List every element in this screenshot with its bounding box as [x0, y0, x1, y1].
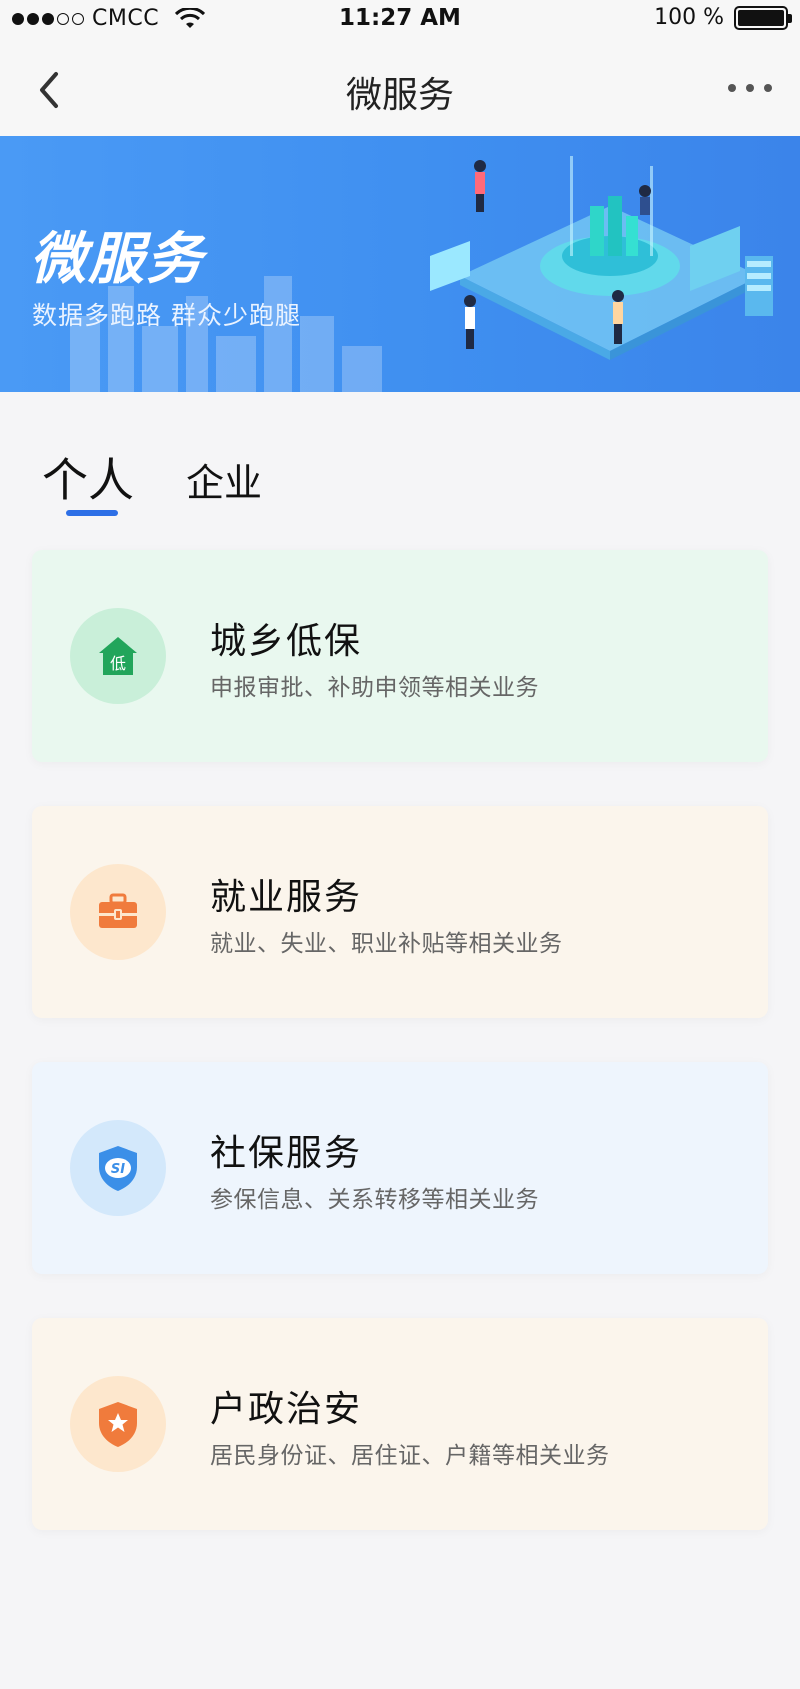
service-description: 申报审批、补助申领等相关业务	[210, 675, 539, 701]
battery-icon	[734, 5, 792, 30]
service-description: 参保信息、关系转移等相关业务	[210, 1187, 539, 1213]
police-badge-icon	[99, 1402, 137, 1447]
tab-personal[interactable]: 个人	[42, 444, 134, 510]
service-title: 城乡低保	[210, 621, 363, 662]
service-title: 就业服务	[210, 877, 363, 918]
hero-banner: 微服务 数据多跑路 群众少跑腿	[0, 136, 800, 392]
card-icon-container	[70, 864, 166, 960]
briefcase-icon	[99, 893, 137, 928]
active-tab-indicator	[66, 510, 118, 516]
service-title: 社保服务	[210, 1133, 363, 1174]
card-icon-container: 低	[70, 608, 166, 704]
page-title: 微服务	[345, 75, 454, 116]
tab-enterprise[interactable]: 企业	[186, 452, 262, 507]
nav-bar: 微服务	[0, 42, 800, 136]
house-icon: 低	[99, 637, 137, 675]
category-tabs: 个人 企业	[0, 430, 800, 520]
house-icon-text: 低	[110, 654, 126, 673]
service-description: 居民身份证、居住证、户籍等相关业务	[210, 1443, 610, 1469]
more-dots-icon[interactable]	[728, 80, 772, 96]
service-card-employment[interactable]: 就业服务 就业、失业、职业补贴等相关业务	[32, 806, 768, 1018]
service-card-social-security[interactable]: SI 社保服务 参保信息、关系转移等相关业务	[32, 1062, 768, 1274]
banner-subtitle: 数据多跑路 群众少跑腿	[32, 301, 301, 330]
service-title: 户政治安	[210, 1389, 363, 1430]
card-icon-container: SI	[70, 1120, 166, 1216]
status-right: 100 %	[654, 5, 792, 30]
shield-icon: SI	[99, 1146, 137, 1191]
shield-icon-text: SI	[111, 1162, 125, 1177]
service-card-subsistence[interactable]: 低 城乡低保 申报审批、补助申领等相关业务	[32, 550, 768, 762]
status-bar: CMCC 11:27 AM 100 %	[0, 0, 800, 42]
banner-title: 微服务	[30, 227, 204, 292]
service-card-household[interactable]: 户政治安 居民身份证、居住证、户籍等相关业务	[32, 1318, 768, 1530]
data-center-illustration	[430, 156, 773, 360]
battery-percent: 100 %	[654, 5, 724, 30]
service-description: 就业、失业、职业补贴等相关业务	[210, 931, 563, 957]
card-icon-container	[70, 1376, 166, 1472]
